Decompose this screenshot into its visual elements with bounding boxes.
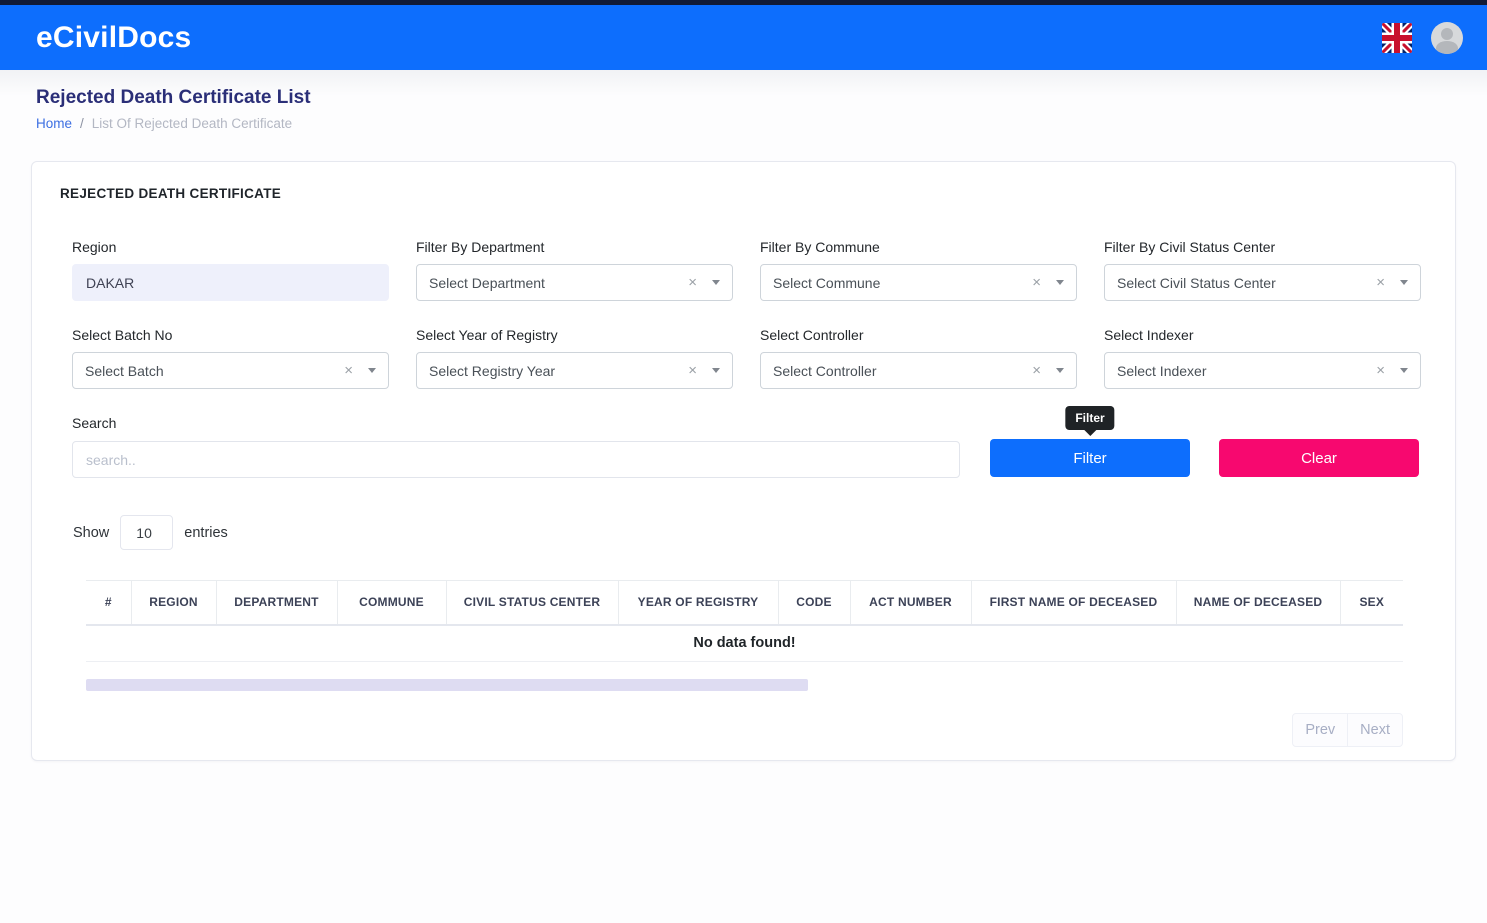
department-label: Filter By Department <box>416 239 733 255</box>
chevron-down-icon <box>712 368 720 373</box>
search-input[interactable] <box>72 441 960 478</box>
field-civil-status-center: Filter By Civil Status Center Select Civ… <box>1104 239 1421 301</box>
field-region: Region <box>72 239 389 301</box>
entries-control: Show entries <box>73 515 1427 550</box>
entries-label: entries <box>184 525 228 541</box>
header-actions <box>1381 22 1463 54</box>
chevron-down-icon <box>1400 280 1408 285</box>
col-name-of-deceased: NAME OF DECEASED <box>1176 581 1340 625</box>
avatar-head-shape <box>1441 28 1453 40</box>
entries-count-input[interactable] <box>120 515 173 550</box>
horizontal-scrollbar-thumb[interactable] <box>86 679 808 691</box>
filter-grid: Region Filter By Department Select Depar… <box>72 239 1427 389</box>
registry-year-clear-icon[interactable]: × <box>688 363 697 378</box>
batch-clear-icon[interactable]: × <box>344 363 353 378</box>
civil-status-center-select-value: Select Civil Status Center <box>1117 275 1376 291</box>
indexer-clear-icon[interactable]: × <box>1376 363 1385 378</box>
col-year-of-registry: YEAR OF REGISTRY <box>618 581 778 625</box>
controller-label: Select Controller <box>760 327 1077 343</box>
search-field: Search <box>72 415 960 478</box>
card-title: REJECTED DEATH CERTIFICATE <box>60 186 1427 201</box>
region-label: Region <box>72 239 389 255</box>
col-index: # <box>86 581 131 625</box>
registry-year-select-value: Select Registry Year <box>429 363 688 379</box>
breadcrumb-home-link[interactable]: Home <box>36 116 72 131</box>
search-and-actions-row: Search Filter Filter Clear <box>72 415 1427 478</box>
indexer-select[interactable]: Select Indexer × <box>1104 352 1421 389</box>
app-header: eCivilDocs <box>0 5 1487 70</box>
department-select[interactable]: Select Department × <box>416 264 733 301</box>
commune-select-value: Select Commune <box>773 275 1032 291</box>
region-input[interactable] <box>72 264 389 301</box>
filter-tooltip: Filter <box>1065 406 1114 430</box>
civil-status-center-clear-icon[interactable]: × <box>1376 275 1385 290</box>
commune-label: Filter By Commune <box>760 239 1077 255</box>
col-sex: SEX <box>1340 581 1403 625</box>
commune-select[interactable]: Select Commune × <box>760 264 1077 301</box>
breadcrumb-current: List Of Rejected Death Certificate <box>92 116 292 131</box>
field-department: Filter By Department Select Department × <box>416 239 733 301</box>
brand-logo[interactable]: eCivilDocs <box>36 21 191 55</box>
avatar-shoulders-shape <box>1436 41 1458 54</box>
results-table: # REGION DEPARTMENT COMMUNE CIVIL STATUS… <box>86 580 1403 662</box>
batch-select-value: Select Batch <box>85 363 344 379</box>
controller-select-value: Select Controller <box>773 363 1032 379</box>
col-commune: COMMUNE <box>337 581 446 625</box>
pagination-group: Prev Next <box>1292 713 1403 747</box>
registry-year-select[interactable]: Select Registry Year × <box>416 352 733 389</box>
show-label: Show <box>73 525 109 541</box>
chevron-down-icon <box>368 368 376 373</box>
department-select-value: Select Department <box>429 275 688 291</box>
col-code: CODE <box>778 581 850 625</box>
rejected-death-certificate-card: REJECTED DEATH CERTIFICATE Region Filter… <box>31 161 1456 761</box>
col-act-number: ACT NUMBER <box>850 581 971 625</box>
col-first-name-of-deceased: FIRST NAME OF DECEASED <box>971 581 1176 625</box>
table-header-row: # REGION DEPARTMENT COMMUNE CIVIL STATUS… <box>86 581 1403 625</box>
batch-select[interactable]: Select Batch × <box>72 352 389 389</box>
next-page-button[interactable]: Next <box>1347 714 1402 746</box>
chevron-down-icon <box>712 280 720 285</box>
page-head: Rejected Death Certificate List Home / L… <box>0 70 1487 131</box>
commune-clear-icon[interactable]: × <box>1032 275 1041 290</box>
field-batch-no: Select Batch No Select Batch × <box>72 327 389 389</box>
field-commune: Filter By Commune Select Commune × <box>760 239 1077 301</box>
col-department: DEPARTMENT <box>216 581 337 625</box>
breadcrumb-separator: / <box>80 116 84 131</box>
pagination: Prev Next <box>60 713 1403 747</box>
page-title: Rejected Death Certificate List <box>36 87 1451 109</box>
prev-page-button[interactable]: Prev <box>1293 714 1347 746</box>
field-indexer: Select Indexer Select Indexer × <box>1104 327 1421 389</box>
col-civil-status-center: CIVIL STATUS CENTER <box>446 581 618 625</box>
uk-flag-icon[interactable] <box>1381 22 1413 54</box>
breadcrumb: Home / List Of Rejected Death Certificat… <box>36 116 1451 131</box>
user-avatar[interactable] <box>1431 22 1463 54</box>
results-table-wrap: # REGION DEPARTMENT COMMUNE CIVIL STATUS… <box>86 580 1403 691</box>
clear-button[interactable]: Clear <box>1219 439 1419 477</box>
no-data-message: No data found! <box>86 625 1403 662</box>
chevron-down-icon <box>1056 368 1064 373</box>
indexer-select-value: Select Indexer <box>1117 363 1376 379</box>
filter-button-wrap: Filter Filter <box>990 439 1190 477</box>
chevron-down-icon <box>1400 368 1408 373</box>
field-controller: Select Controller Select Controller × <box>760 327 1077 389</box>
chevron-down-icon <box>1056 280 1064 285</box>
year-of-registry-label: Select Year of Registry <box>416 327 733 343</box>
controller-clear-icon[interactable]: × <box>1032 363 1041 378</box>
department-clear-icon[interactable]: × <box>688 275 697 290</box>
civil-status-center-label: Filter By Civil Status Center <box>1104 239 1421 255</box>
search-label: Search <box>72 415 960 431</box>
field-year-of-registry: Select Year of Registry Select Registry … <box>416 327 733 389</box>
col-region: REGION <box>131 581 216 625</box>
civil-status-center-select[interactable]: Select Civil Status Center × <box>1104 264 1421 301</box>
filter-button[interactable]: Filter <box>990 439 1190 477</box>
indexer-label: Select Indexer <box>1104 327 1421 343</box>
batch-no-label: Select Batch No <box>72 327 389 343</box>
controller-select[interactable]: Select Controller × <box>760 352 1077 389</box>
empty-row: No data found! <box>86 625 1403 662</box>
